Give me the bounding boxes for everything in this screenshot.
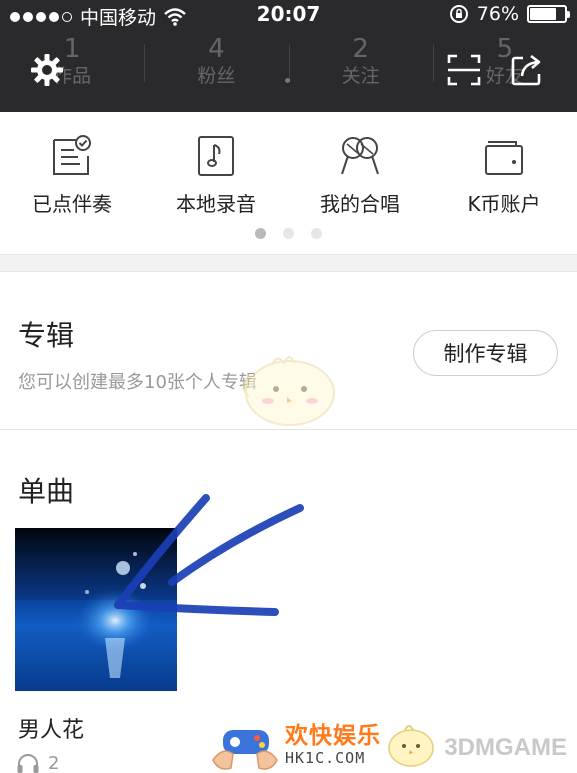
cover-art-image <box>15 528 177 691</box>
create-album-button[interactable]: 制作专辑 <box>413 330 558 376</box>
battery-icon <box>527 5 570 23</box>
listen-count-value: 2 <box>48 752 60 773</box>
stat-fans[interactable]: 4 粉丝 <box>144 34 288 94</box>
stat-label: 作品 <box>53 65 92 87</box>
stat-works[interactable]: 1 作品 <box>0 34 144 94</box>
action-label: K币账户 <box>467 192 541 216</box>
page-dot <box>283 228 294 239</box>
action-kcoin-account[interactable]: K币账户 <box>432 134 576 217</box>
watermark-site-name: 欢快娱乐 <box>285 723 381 749</box>
action-label: 已点伴奏 <box>32 192 112 216</box>
song-cover[interactable] <box>15 528 177 691</box>
mascot-watermark <box>243 356 335 426</box>
page-dot-active <box>255 228 266 239</box>
stat-value: 2 <box>352 34 369 64</box>
listen-count: 2 <box>16 752 59 773</box>
page-dot <box>311 228 322 239</box>
album-description: 您可以创建最多10张个人专辑 <box>18 372 257 393</box>
stat-label: 粉丝 <box>197 65 236 87</box>
scan-icon[interactable] <box>446 52 482 88</box>
action-my-duets[interactable]: 我的合唱 <box>288 134 432 217</box>
stat-following[interactable]: 2 关注 <box>288 34 433 94</box>
profile-header: 中国移动 20:07 76% 1 作品 4 粉丝 2 关注 5 好友 <box>0 0 577 112</box>
stat-value: 1 <box>63 34 81 64</box>
battery-percent: 76% <box>476 3 519 25</box>
page-indicator <box>0 228 577 239</box>
gear-icon[interactable] <box>29 52 65 88</box>
singles-title: 单曲 <box>18 475 75 508</box>
share-icon[interactable] <box>509 52 545 88</box>
action-accompaniment[interactable]: 已点伴奏 <box>0 134 144 217</box>
action-label: 本地录音 <box>176 192 256 216</box>
status-right: 76% <box>449 3 570 25</box>
profile-stats: 1 作品 4 粉丝 2 关注 5 好友 <box>0 34 577 94</box>
stat-label: 关注 <box>341 65 380 87</box>
site-watermark: 欢快娱乐 HK1C.COM 3DMGAME <box>205 716 577 773</box>
watermark-brand: 3DMGAME <box>444 734 567 761</box>
status-bar: 中国移动 20:07 76% <box>0 0 577 30</box>
wallet-icon <box>485 141 523 175</box>
action-local-recording[interactable]: 本地录音 <box>144 134 288 217</box>
section-gap <box>0 254 577 272</box>
watermark-chick-icon <box>388 725 434 767</box>
album-title: 专辑 <box>18 319 75 352</box>
song-title[interactable]: 男人花 <box>18 712 84 744</box>
quick-actions: 已点伴奏 本地录音 我的合唱 K币账户 <box>0 112 577 254</box>
music-note-icon <box>198 136 234 176</box>
center-dot <box>285 78 290 83</box>
watermark-url: HK1C.COM <box>285 749 366 767</box>
microphones-icon <box>341 137 379 175</box>
gamepad-hand-icon <box>212 730 278 770</box>
headphones-icon <box>17 754 39 773</box>
action-label: 我的合唱 <box>320 192 400 216</box>
stat-value: 4 <box>208 34 225 64</box>
rotation-lock-icon <box>449 5 468 23</box>
checklist-icon <box>53 135 91 175</box>
